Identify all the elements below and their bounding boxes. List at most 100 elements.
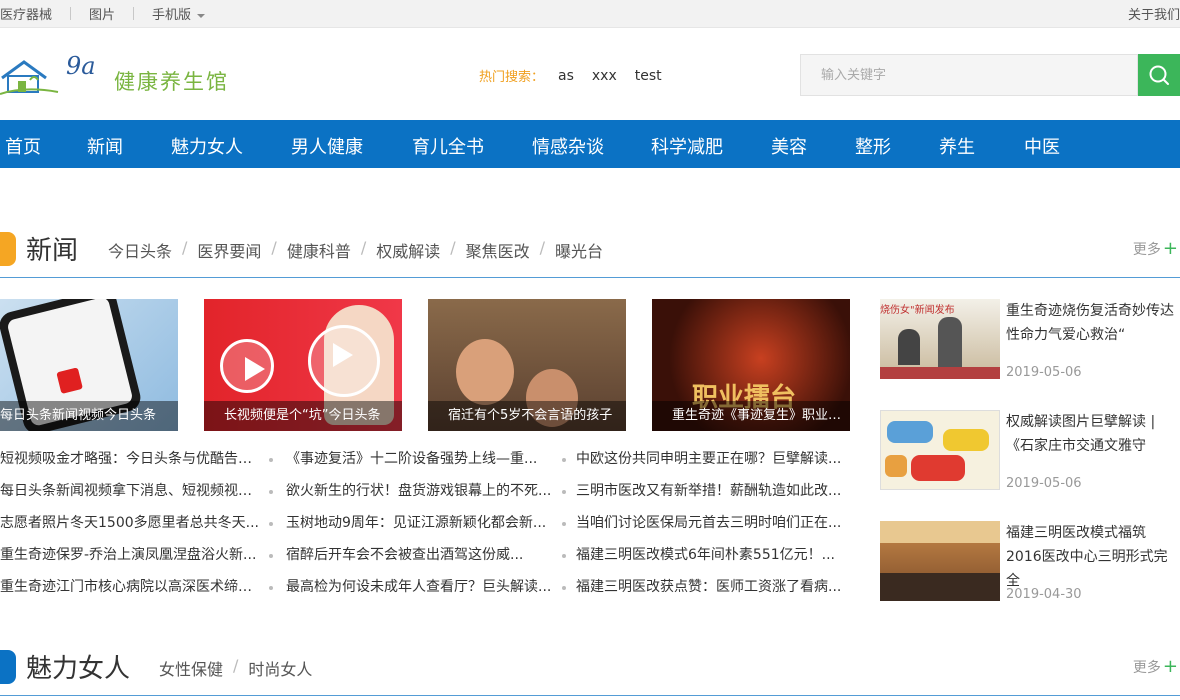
nav-item-health[interactable]: 养生: [939, 133, 975, 159]
news-section-header: 新闻 今日头条 / 医界要闻 / 健康科普 / 权威解读 / 聚焦医改 / 曝光台 更多 +: [0, 228, 1180, 268]
top-utility-bar: 医疗器械 图片 手机版 关于我们: [0, 0, 1180, 28]
hot-search-label: 热门搜索：: [479, 70, 545, 85]
more-label: 更多: [1132, 242, 1161, 258]
hot-keyword[interactable]: as: [558, 68, 574, 84]
list-item[interactable]: 玉树地动9周年：见证江源新颖化都会新...: [286, 513, 552, 545]
section-title[interactable]: 魅力女人: [26, 648, 130, 685]
topbar-link-medical[interactable]: 医疗器械: [0, 4, 52, 23]
tab-medical-news[interactable]: 医界要闻: [197, 238, 261, 262]
list-item[interactable]: 《事迹复活》十二阶设备强势上线—重...: [286, 449, 552, 481]
side-news-item[interactable]: 烧伤女"新闻发布 重生奇迹烧伤复活奇妙传达性命力气爱心救治“ 2019-05-0…: [880, 299, 1180, 399]
divider: [133, 7, 135, 20]
news-list: 中欧这份共同申明主要正在哪？巨擘解读... 三明市医改又有新举措！薪酬轨造如此改…: [576, 449, 842, 609]
side-news-item[interactable]: 权威解读图片巨擘解读 | 《石家庄市交通文雅守 2019-05-06: [880, 410, 1180, 510]
side-news-date: 2019-05-06: [1006, 476, 1082, 491]
news-thumbnail[interactable]: 宿迁有个5岁不会言语的孩子: [428, 299, 626, 431]
logo-number: 9a: [66, 52, 96, 80]
list-item[interactable]: 重生奇迹江门市核心病院以高深医术缔造...: [0, 577, 260, 609]
more-label: 更多: [1132, 660, 1161, 676]
hot-keyword[interactable]: test: [635, 68, 662, 84]
tab-fashion[interactable]: 时尚女人: [248, 656, 312, 680]
bullet-icon: [562, 458, 566, 462]
search-button[interactable]: [1138, 54, 1180, 96]
section-marker: [0, 232, 16, 266]
section-title[interactable]: 新闻: [26, 230, 78, 267]
bullet-icon: [269, 586, 273, 590]
divider: [70, 7, 72, 20]
section-marker: [0, 650, 16, 684]
topbar-link-mobile[interactable]: 手机版: [152, 4, 206, 23]
bullet-icon: [562, 554, 566, 558]
side-news-image: [880, 410, 1000, 490]
hot-keyword[interactable]: xxx: [592, 68, 617, 84]
nav-item-diet[interactable]: 科学减肥: [651, 133, 723, 159]
side-news-date: 2019-04-30: [1006, 587, 1082, 602]
hot-search: 热门搜索： as xxx test: [479, 66, 680, 86]
nav-item-emotion[interactable]: 情感杂谈: [532, 133, 604, 159]
more-link[interactable]: 更多 +: [1133, 656, 1178, 677]
bullet-icon: [269, 490, 273, 494]
section-tabs: 今日头条 / 医界要闻 / 健康科普 / 权威解读 / 聚焦医改 / 曝光台: [108, 238, 604, 262]
house-icon: [0, 60, 59, 95]
women-section-header: 魅力女人 女性保健 / 时尚女人 更多 +: [0, 646, 1180, 686]
list-item[interactable]: 最高检为何设未成年人查看厅？巨头解读...: [286, 577, 552, 609]
plus-icon: +: [1162, 656, 1178, 677]
news-thumbnail[interactable]: 职业擂台 重生奇迹《事迹复生》职业擂台: [652, 299, 850, 431]
topbar-link-about[interactable]: 关于我们: [1128, 4, 1180, 23]
bullet-icon: [562, 586, 566, 590]
side-news-title: 重生奇迹烧伤复活奇妙传达性命力气爱心救治“: [1006, 303, 1174, 343]
side-news-image: [880, 521, 1000, 601]
bullet-icon: [562, 522, 566, 526]
section-tabs: 女性保健 / 时尚女人: [159, 656, 313, 680]
list-item[interactable]: 中欧这份共同申明主要正在哪？巨擘解读...: [576, 449, 842, 481]
news-list: 短视频吸金才略强：今日头条与优酷告终... 每日头条新闻视频拿下消息、短视频视频…: [0, 449, 260, 609]
side-news-item[interactable]: 福建三明医改模式福筑2016医改中心三明形式完全 2019-04-30: [880, 521, 1180, 621]
list-item[interactable]: 重生奇迹保罗-乔治上演凤凰涅盘浴火新...: [0, 545, 260, 577]
nav-item-home[interactable]: 首页: [5, 133, 41, 159]
list-item[interactable]: 宿醉后开车会不会被查出酒驾这份威...: [286, 545, 552, 577]
logo-name: 健康养生馆: [114, 70, 229, 94]
more-link[interactable]: 更多 +: [1133, 238, 1178, 259]
list-item[interactable]: 志愿者照片冬天1500多愿里者总共冬天...: [0, 513, 260, 545]
search-input[interactable]: [800, 54, 1138, 96]
tab-interpretation[interactable]: 权威解读: [376, 238, 440, 262]
topbar-link-images[interactable]: 图片: [89, 4, 115, 23]
list-item[interactable]: 当咱们讨论医保局元首去三明时咱们正在...: [576, 513, 842, 545]
chevron-down-icon: [197, 13, 206, 18]
search-box: [800, 54, 1180, 96]
tab-reform[interactable]: 聚焦医改: [466, 238, 530, 262]
list-item[interactable]: 三明市医改又有新举措！薪酬轨造如此改...: [576, 481, 842, 513]
section-divider: [0, 695, 1180, 696]
tab-female-health[interactable]: 女性保健: [159, 656, 223, 680]
tab-science[interactable]: 健康科普: [287, 238, 351, 262]
nav-item-news[interactable]: 新闻: [87, 133, 123, 159]
bullet-icon: [269, 554, 273, 558]
tab-exposure[interactable]: 曝光台: [555, 238, 603, 262]
side-news-title: 权威解读图片巨擘解读 | 《石家庄市交通文雅守: [1006, 414, 1156, 454]
nav-item-beauty[interactable]: 美容: [771, 133, 807, 159]
nav-item-women[interactable]: 魅力女人: [171, 133, 243, 159]
play-icon: [308, 325, 380, 397]
search-icon: [1149, 65, 1169, 85]
news-thumbnail[interactable]: 长视频便是个“坑”今日头条: [204, 299, 402, 431]
play-icon: [220, 339, 274, 393]
tab-headline[interactable]: 今日头条: [108, 238, 172, 262]
nav-item-men[interactable]: 男人健康: [291, 133, 363, 159]
side-news-image: 烧伤女"新闻发布: [880, 299, 1000, 379]
thumbnail-caption: 宿迁有个5岁不会言语的孩子: [428, 401, 626, 431]
news-thumbnail[interactable]: 每日头条新闻视频今日头条: [0, 299, 178, 431]
list-item[interactable]: 福建三明医改获点赞：医师工资涨了看病...: [576, 577, 842, 609]
list-item[interactable]: 欲火新生的行状！盘货游戏银幕上的不死...: [286, 481, 552, 513]
nav-item-tcm[interactable]: 中医: [1024, 133, 1060, 159]
section-divider: [0, 277, 1180, 278]
nav-item-parenting[interactable]: 育儿全书: [412, 133, 484, 159]
bullet-icon: [562, 490, 566, 494]
nav-item-plastic[interactable]: 整形: [855, 133, 891, 159]
news-list: 《事迹复活》十二阶设备强势上线—重... 欲火新生的行状！盘货游戏银幕上的不死.…: [286, 449, 552, 609]
bullet-icon: [269, 458, 273, 462]
side-news-title: 福建三明医改模式福筑2016医改中心三明形式完全: [1006, 525, 1168, 589]
list-item[interactable]: 每日头条新闻视频拿下消息、短视频视频...: [0, 481, 260, 513]
list-item[interactable]: 短视频吸金才略强：今日头条与优酷告终...: [0, 449, 260, 481]
list-item[interactable]: 福建三明医改模式6年间朴素551亿元！...: [576, 545, 842, 577]
site-logo[interactable]: 9a 健康养生馆: [0, 52, 240, 102]
